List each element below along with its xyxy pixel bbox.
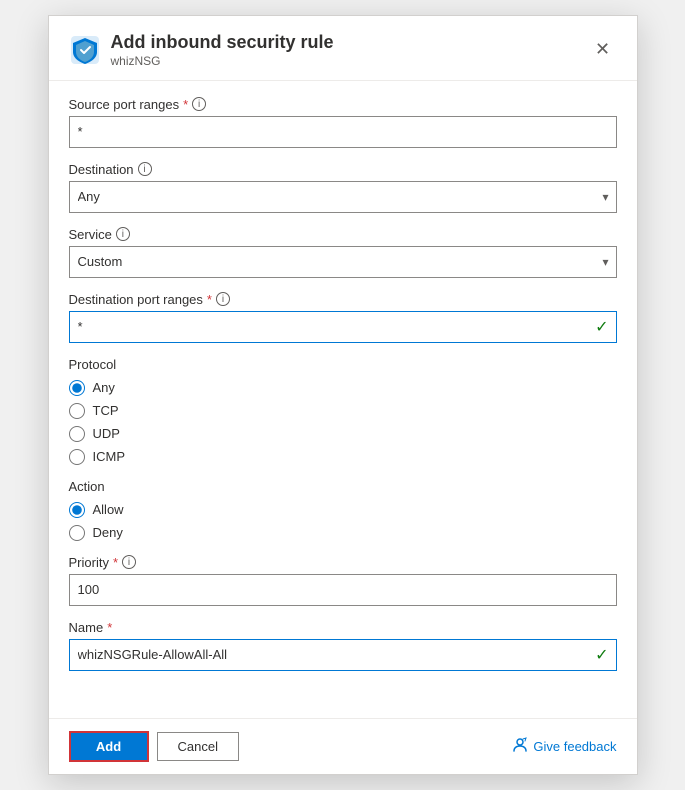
protocol-any-label: Any <box>93 380 115 395</box>
name-label: Name * <box>69 620 617 635</box>
protocol-any-option[interactable]: Any <box>69 380 617 396</box>
source-port-ranges-group: Source port ranges * i <box>69 97 617 148</box>
dialog-title: Add inbound security rule <box>111 32 579 54</box>
protocol-tcp-option[interactable]: TCP <box>69 403 617 419</box>
dialog-body: Source port ranges * i Destination i Any… <box>49 81 637 718</box>
source-port-ranges-input[interactable] <box>69 116 617 148</box>
priority-input[interactable] <box>69 574 617 606</box>
action-deny-option[interactable]: Deny <box>69 525 617 541</box>
source-port-ranges-label: Source port ranges * i <box>69 97 617 112</box>
destination-label: Destination i <box>69 162 617 177</box>
close-button[interactable]: ✕ <box>589 36 617 64</box>
protocol-udp-radio[interactable] <box>69 426 85 442</box>
nsg-icon <box>69 34 101 66</box>
action-allow-radio[interactable] <box>69 502 85 518</box>
destination-info-icon[interactable]: i <box>138 162 152 176</box>
close-icon: ✕ <box>595 39 610 60</box>
destination-select-wrapper: Any IP Addresses Service Tag Application… <box>69 181 617 213</box>
service-label: Service i <box>69 227 617 242</box>
feedback-link[interactable]: Give feedback <box>512 737 616 756</box>
dest-port-ranges-input[interactable] <box>69 311 617 343</box>
name-input[interactable] <box>69 639 617 671</box>
action-label: Action <box>69 479 617 494</box>
action-group: Action Allow Deny <box>69 479 617 541</box>
destination-group: Destination i Any IP Addresses Service T… <box>69 162 617 213</box>
required-star-4: * <box>107 620 112 635</box>
protocol-label: Protocol <box>69 357 617 372</box>
protocol-any-radio[interactable] <box>69 380 85 396</box>
header-title-block: Add inbound security rule whizNSG <box>111 32 579 68</box>
priority-group: Priority * i <box>69 555 617 606</box>
protocol-tcp-label: TCP <box>93 403 119 418</box>
action-allow-label: Allow <box>93 502 124 517</box>
feedback-icon <box>512 737 528 756</box>
dest-port-input-wrapper: ✓ <box>69 311 617 343</box>
dialog-header: Add inbound security rule whizNSG ✕ <box>49 16 637 81</box>
action-allow-option[interactable]: Allow <box>69 502 617 518</box>
protocol-udp-option[interactable]: UDP <box>69 426 617 442</box>
dest-port-ranges-group: Destination port ranges * i ✓ <box>69 292 617 343</box>
service-select[interactable]: Custom HTTP HTTPS SSH RDP <box>69 246 617 278</box>
required-star-2: * <box>207 292 212 307</box>
add-inbound-security-rule-dialog: Add inbound security rule whizNSG ✕ Sour… <box>48 15 638 775</box>
priority-label: Priority * i <box>69 555 617 570</box>
source-port-info-icon[interactable]: i <box>192 97 206 111</box>
dialog-subtitle: whizNSG <box>111 54 579 68</box>
dest-port-check-icon: ✓ <box>595 317 608 337</box>
cancel-button[interactable]: Cancel <box>157 732 239 761</box>
action-deny-label: Deny <box>93 525 123 540</box>
service-info-icon[interactable]: i <box>116 227 130 241</box>
dest-port-info-icon[interactable]: i <box>216 292 230 306</box>
protocol-group: Protocol Any TCP UDP ICMP <box>69 357 617 465</box>
required-star: * <box>183 97 188 112</box>
name-check-icon: ✓ <box>595 645 608 665</box>
priority-info-icon[interactable]: i <box>122 555 136 569</box>
name-group: Name * ✓ <box>69 620 617 671</box>
protocol-udp-label: UDP <box>93 426 120 441</box>
dest-port-ranges-label: Destination port ranges * i <box>69 292 617 307</box>
protocol-tcp-radio[interactable] <box>69 403 85 419</box>
destination-select[interactable]: Any IP Addresses Service Tag Application… <box>69 181 617 213</box>
dialog-footer: Add Cancel Give feedback <box>49 718 637 774</box>
add-button[interactable]: Add <box>69 731 149 762</box>
action-radio-group: Allow Deny <box>69 502 617 541</box>
service-group: Service i Custom HTTP HTTPS SSH RDP ▾ <box>69 227 617 278</box>
protocol-radio-group: Any TCP UDP ICMP <box>69 380 617 465</box>
feedback-label: Give feedback <box>533 739 616 754</box>
protocol-icmp-label: ICMP <box>93 449 126 464</box>
required-star-3: * <box>113 555 118 570</box>
protocol-icmp-radio[interactable] <box>69 449 85 465</box>
action-deny-radio[interactable] <box>69 525 85 541</box>
protocol-icmp-option[interactable]: ICMP <box>69 449 617 465</box>
service-select-wrapper: Custom HTTP HTTPS SSH RDP ▾ <box>69 246 617 278</box>
name-input-wrapper: ✓ <box>69 639 617 671</box>
